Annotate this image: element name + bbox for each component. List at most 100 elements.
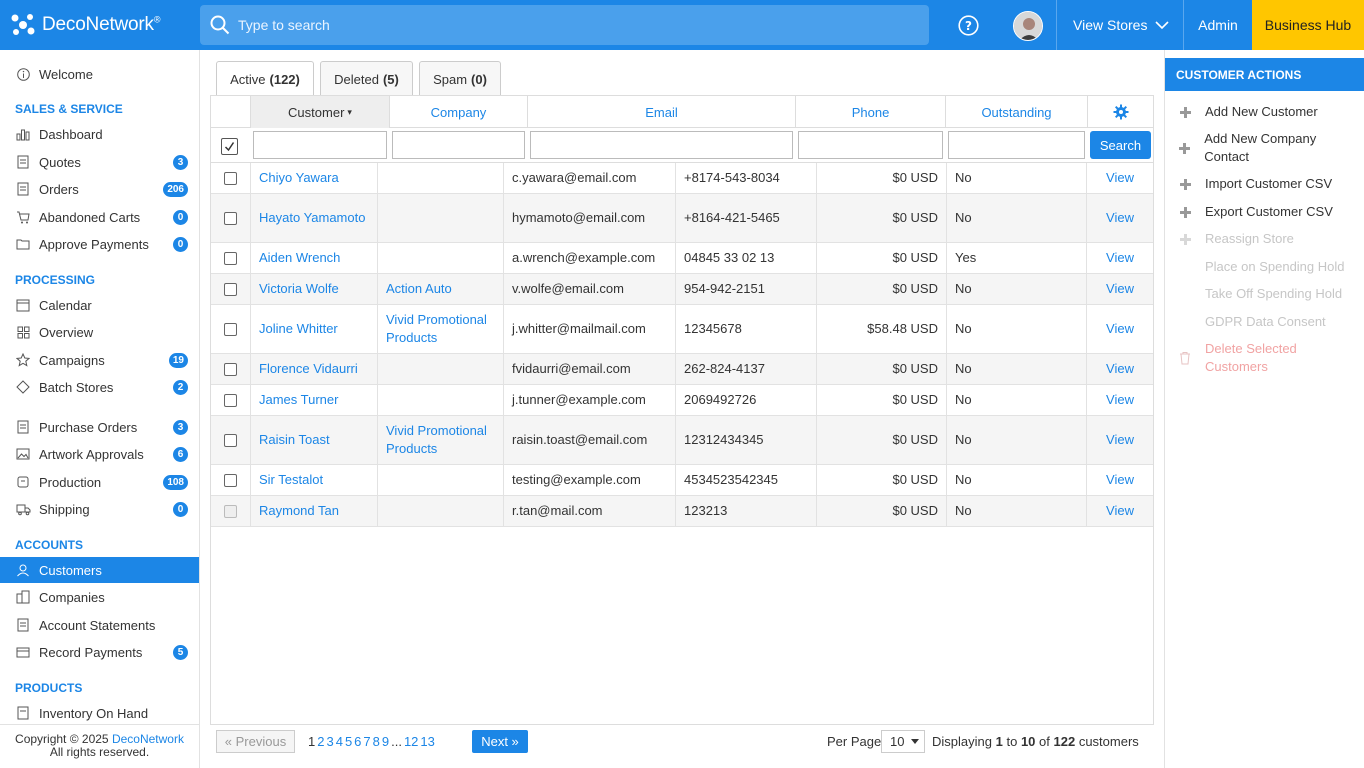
tab-active[interactable]: Active (122)	[216, 61, 314, 97]
help-icon[interactable]: ?	[958, 15, 979, 36]
view-link[interactable]: View	[1087, 274, 1153, 304]
global-search[interactable]	[200, 5, 929, 45]
admin-link[interactable]: Admin	[1183, 0, 1252, 50]
row-checkbox[interactable]	[224, 211, 237, 225]
view-stores-menu[interactable]: View Stores	[1056, 0, 1183, 50]
action-take-off-spending-hold[interactable]: Take Off Spending Hold	[1177, 285, 1357, 303]
customer-name-link[interactable]: James Turner	[251, 385, 378, 415]
action-export-customer-csv[interactable]: Export Customer CSV	[1177, 203, 1357, 221]
action-add-new-customer[interactable]: Add New Customer	[1177, 103, 1357, 121]
copyright-link[interactable]: DecoNetwork	[112, 732, 184, 746]
customer-name-link[interactable]: Raymond Tan	[251, 496, 378, 526]
sidebar-item-account-statements[interactable]: Account Statements	[0, 612, 199, 638]
company-link[interactable]: Vivid Promotional Products	[378, 305, 504, 353]
page-link[interactable]: 7	[363, 734, 370, 749]
action-place-on-spending-hold[interactable]: Place on Spending Hold	[1177, 258, 1357, 276]
sidebar-item-batch-stores[interactable]: Batch Stores 2	[0, 374, 199, 400]
column-header-email[interactable]: Email	[528, 96, 796, 128]
action-import-customer-csv[interactable]: Import Customer CSV	[1177, 175, 1357, 193]
previous-button[interactable]: « Previous	[216, 730, 295, 753]
customer-name-link[interactable]: Florence Vidaurri	[251, 354, 378, 384]
action-delete-selected-customers[interactable]: Delete Selected Customers	[1177, 340, 1357, 376]
customer-name-link[interactable]: Joline Whitter	[251, 305, 378, 353]
view-link[interactable]: View	[1087, 416, 1153, 464]
customer-name-link[interactable]: Sir Testalot	[251, 465, 378, 495]
row-checkbox[interactable]	[224, 251, 237, 265]
row-checkbox[interactable]	[224, 433, 237, 447]
view-link[interactable]: View	[1087, 465, 1153, 495]
row-checkbox[interactable]	[224, 171, 237, 185]
company-link[interactable]: Action Auto	[378, 274, 504, 304]
row-checkbox[interactable]	[224, 282, 237, 296]
brand-logo[interactable]: DecoNetwork®	[0, 0, 200, 50]
sidebar-item-orders[interactable]: Orders 206	[0, 176, 199, 202]
sidebar-item-customers[interactable]: Customers	[0, 557, 199, 583]
select-all-checkbox[interactable]	[221, 138, 238, 155]
sidebar-item-campaigns[interactable]: Campaigns 19	[0, 347, 199, 373]
column-header-phone[interactable]: Phone	[796, 96, 946, 128]
page-link[interactable]: 12	[404, 734, 418, 749]
sidebar-item-welcome[interactable]: Welcome	[0, 61, 199, 87]
action-add-new-company-contact[interactable]: Add New Company Contact	[1177, 130, 1357, 166]
filter-outstanding-input[interactable]	[948, 131, 1085, 159]
sidebar-item-shipping[interactable]: Shipping 0	[0, 496, 199, 522]
column-header-company[interactable]: Company	[390, 96, 528, 128]
sidebar-item-purchase-orders[interactable]: Purchase Orders 3	[0, 414, 199, 440]
sidebar-item-inventory-on-hand[interactable]: Inventory On Hand	[0, 700, 199, 726]
page-link[interactable]: 4	[336, 734, 343, 749]
user-avatar[interactable]	[1013, 11, 1043, 41]
view-link[interactable]: View	[1087, 194, 1153, 242]
sidebar-item-quotes[interactable]: Quotes 3	[0, 149, 199, 175]
customer-name-link[interactable]: Raisin Toast	[251, 416, 378, 464]
column-header-customer[interactable]: Customer ▾	[251, 96, 390, 128]
customer-name-link[interactable]: Aiden Wrench	[251, 243, 378, 273]
sidebar-item-artwork-approvals[interactable]: Artwork Approvals 6	[0, 441, 199, 467]
action-gdpr-data-consent[interactable]: GDPR Data Consent	[1177, 313, 1357, 331]
company-link[interactable]	[378, 194, 504, 242]
page-link[interactable]: 2	[317, 734, 324, 749]
business-hub-button[interactable]: Business Hub	[1252, 0, 1364, 50]
view-link[interactable]: View	[1087, 385, 1153, 415]
sidebar-item-companies[interactable]: Companies	[0, 584, 199, 610]
sidebar-item-record-payments[interactable]: Record Payments 5	[0, 639, 199, 665]
sidebar-item-production[interactable]: Production 108	[0, 469, 199, 495]
company-link[interactable]	[378, 354, 504, 384]
company-link[interactable]	[378, 385, 504, 415]
company-link[interactable]	[378, 163, 504, 193]
row-checkbox[interactable]	[224, 473, 237, 487]
sidebar-item-approve-payments[interactable]: Approve Payments 0	[0, 231, 199, 257]
company-link[interactable]: Vivid Promotional Products	[378, 416, 504, 464]
tab-deleted[interactable]: Deleted (5)	[320, 61, 413, 96]
action-reassign-store[interactable]: Reassign Store	[1177, 230, 1357, 248]
page-link[interactable]: 8	[373, 734, 380, 749]
sidebar-item-overview[interactable]: Overview	[0, 319, 199, 345]
next-button[interactable]: Next »	[472, 730, 528, 753]
page-link[interactable]: 6	[354, 734, 361, 749]
page-link[interactable]: 13	[420, 734, 434, 749]
customer-name-link[interactable]: Chiyo Yawara	[251, 163, 378, 193]
view-link[interactable]: View	[1087, 243, 1153, 273]
column-header-outstanding[interactable]: Outstanding	[946, 96, 1088, 128]
filter-company-input[interactable]	[392, 131, 525, 159]
per-page-select[interactable]: 10	[881, 730, 925, 753]
row-checkbox[interactable]	[224, 393, 237, 407]
view-link[interactable]: View	[1087, 163, 1153, 193]
company-link[interactable]	[378, 496, 504, 526]
sidebar-item-calendar[interactable]: Calendar	[0, 292, 199, 318]
filter-customer-input[interactable]	[253, 131, 387, 159]
view-link[interactable]: View	[1087, 496, 1153, 526]
filter-phone-input[interactable]	[798, 131, 943, 159]
customer-name-link[interactable]: Hayato Yamamoto	[251, 194, 378, 242]
search-button[interactable]: Search	[1090, 131, 1151, 159]
page-link[interactable]: 9	[382, 734, 389, 749]
page-link[interactable]: 5	[345, 734, 352, 749]
view-link[interactable]: View	[1087, 305, 1153, 353]
sidebar-item-dashboard[interactable]: Dashboard	[0, 121, 199, 147]
row-checkbox[interactable]	[224, 322, 237, 336]
company-link[interactable]	[378, 243, 504, 273]
filter-email-input[interactable]	[530, 131, 793, 159]
sidebar-item-abandoned-carts[interactable]: Abandoned Carts 0	[0, 204, 199, 230]
search-input[interactable]	[238, 17, 888, 33]
view-link[interactable]: View	[1087, 354, 1153, 384]
row-checkbox[interactable]	[224, 504, 237, 518]
